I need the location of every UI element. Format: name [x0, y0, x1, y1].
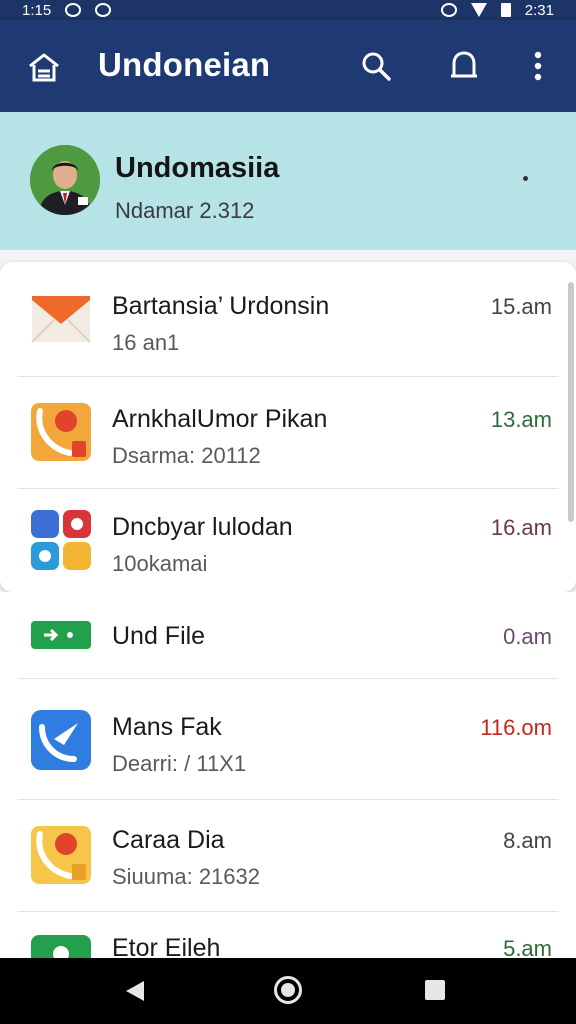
item-time: 13.am: [490, 407, 552, 432]
list-item[interactable]: Und File 0.am: [0, 592, 576, 678]
list-item[interactable]: Caraa Dia Siuuma: 21632 8.am: [0, 800, 576, 911]
status-clock: 2:31: [524, 1, 554, 19]
list-item[interactable]: Etor Eileh 5.am: [0, 912, 576, 958]
status-time: 1:15: [22, 1, 52, 19]
item-time: 5.am: [503, 936, 552, 958]
item-subtitle: Dearri: / 11X1: [112, 751, 247, 776]
item-title: Dncbyar lulodan: [112, 513, 293, 541]
item-subtitle: Siuuma: 21632: [112, 864, 260, 889]
message-list: Und File 0.am Mans Fak Dearri: / 11X1 11…: [0, 592, 576, 958]
signal-icon: [470, 3, 487, 17]
apps-grid-icon: [31, 510, 91, 570]
item-title: ArnkhalUmor Pikan: [112, 405, 328, 433]
profile-menu-dot[interactable]: [523, 176, 528, 181]
item-time: 15.am: [490, 294, 552, 319]
list-item[interactable]: ArnkhalUmor Pikan Dsarma: 20112 13.am: [0, 377, 576, 488]
item-subtitle: 10okamai: [112, 551, 208, 576]
item-time: 8.am: [503, 828, 552, 853]
item-time: 0.am: [503, 624, 552, 649]
settings-icon: [95, 3, 112, 17]
avatar[interactable]: [30, 145, 100, 215]
more-vert-icon[interactable]: [520, 48, 556, 84]
app-bar: Undoneian: [0, 20, 576, 112]
phone-app-icon: [31, 403, 91, 461]
list-item[interactable]: Dncbyar lulodan 10okamai 16.am: [0, 489, 576, 592]
notification-icon: [65, 3, 82, 17]
home-button-icon[interactable]: [274, 976, 302, 1004]
back-icon[interactable]: [122, 978, 148, 1004]
bell-icon[interactable]: [446, 48, 482, 84]
item-title: Und File: [112, 622, 206, 650]
recents-icon[interactable]: [425, 980, 445, 1000]
item-subtitle: Dsarma: 20112: [112, 443, 261, 468]
list-item[interactable]: Mans Fak Dearri: / 11X1 116.om: [0, 679, 576, 799]
item-title: Etor Eileh: [112, 934, 221, 958]
item-time: 116.om: [480, 715, 552, 740]
file-icon: [31, 935, 91, 958]
item-title: Caraa Dia: [112, 826, 225, 854]
profile-name: Undomasiia: [115, 152, 280, 184]
profile-header[interactable]: Undomasiia Ndamar 2.312: [0, 112, 576, 250]
profile-subtitle: Ndamar 2.312: [115, 198, 255, 223]
item-title: Bartansia’ Urdonsin: [112, 292, 330, 320]
scrollbar[interactable]: [568, 282, 574, 522]
system-nav-bar: [0, 958, 576, 1024]
search-icon[interactable]: [358, 48, 394, 84]
mail-icon: [31, 296, 91, 343]
home-icon[interactable]: [26, 50, 62, 86]
phone-app-icon: [31, 826, 91, 884]
location-icon: [440, 3, 457, 17]
item-time: 16.am: [490, 515, 552, 540]
file-icon: [31, 621, 91, 649]
battery-icon: [500, 3, 511, 17]
message-card: Bartansia’ Urdonsin 16 an1 15.am Arnkhal…: [0, 262, 576, 592]
app-title: Undoneian: [98, 46, 271, 83]
call-app-icon: [31, 710, 91, 770]
item-title: Mans Fak: [112, 713, 222, 741]
item-subtitle: 16 an1: [112, 330, 180, 355]
status-bar: 1:15 2:31: [0, 0, 576, 20]
list-item[interactable]: Bartansia’ Urdonsin 16 an1 15.am: [0, 262, 576, 376]
